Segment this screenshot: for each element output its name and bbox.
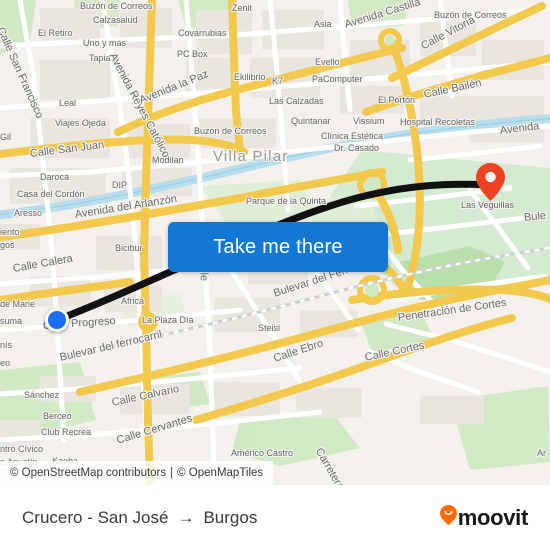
moovit-pin-icon xyxy=(439,505,457,530)
moovit-map-screen: El Retiro Calzasalud Buzón de Correos Uno y… xyxy=(0,0,550,550)
attribution-separator: | xyxy=(170,467,174,479)
destination-marker[interactable] xyxy=(476,163,505,201)
footer-bar: Crucero - San José → Burgos moovit xyxy=(0,485,550,550)
map-canvas[interactable]: El Retiro Calzasalud Buzón de Correos Uno y… xyxy=(0,0,550,485)
route-arrow-icon: → xyxy=(177,507,195,527)
moovit-logo[interactable]: moovit xyxy=(439,504,529,531)
origin-marker[interactable] xyxy=(45,308,69,332)
take-me-there-button[interactable]: Take me there xyxy=(168,222,388,272)
route-destination: Burgos xyxy=(203,507,258,527)
route-origin: Crucero - San José xyxy=(22,507,169,527)
attribution-tiles[interactable]: © OpenMapTiles xyxy=(177,467,263,479)
attribution-osm[interactable]: © OpenStreetMap contributors xyxy=(10,467,166,479)
route-summary: Crucero - San José → Burgos xyxy=(22,508,257,528)
map-attribution: © OpenStreetMap contributors | © OpenMap… xyxy=(0,461,274,485)
moovit-wordmark: moovit xyxy=(457,504,529,530)
